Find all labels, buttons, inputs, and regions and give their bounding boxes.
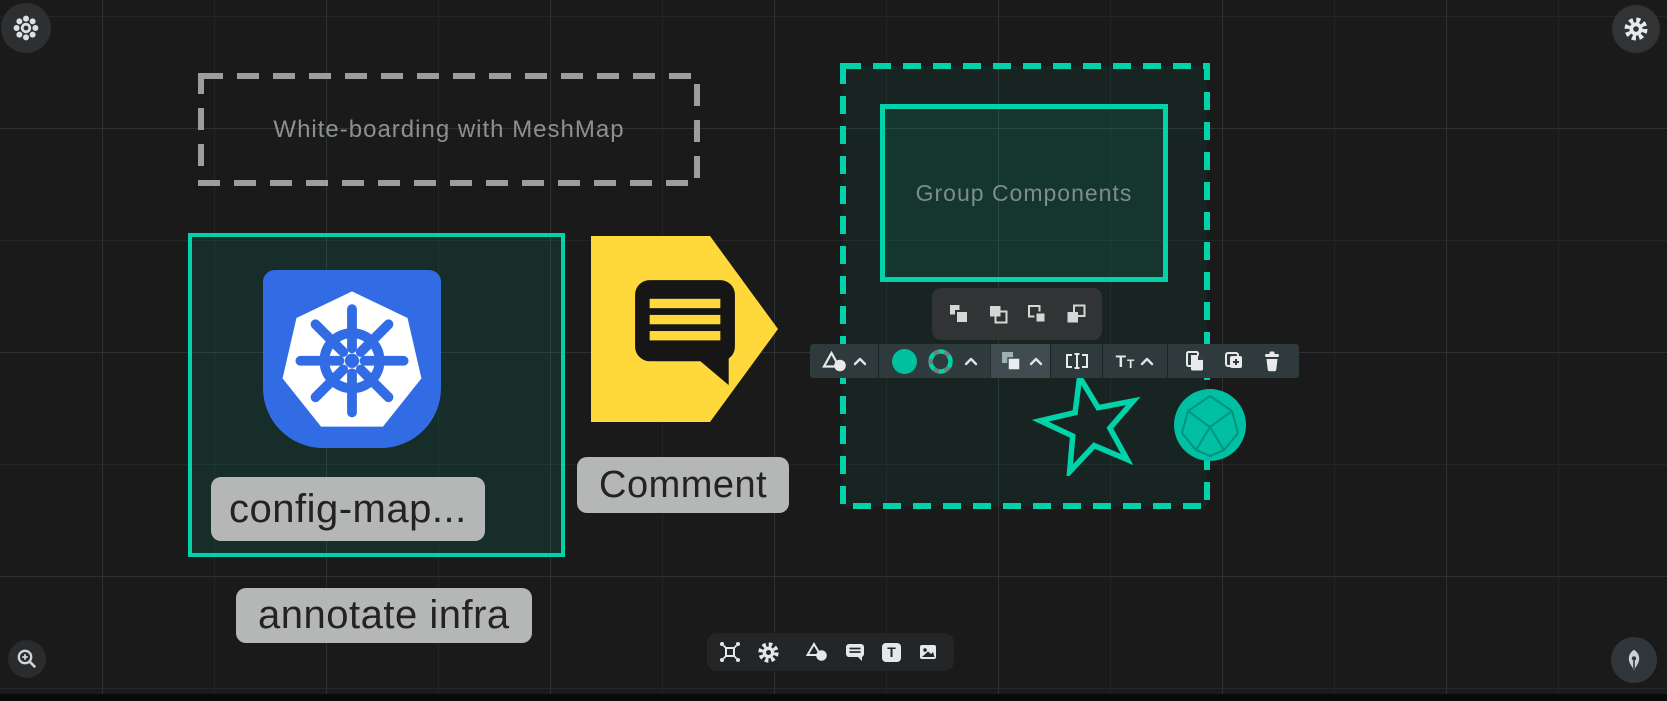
fill-color-swatch[interactable] [892, 349, 917, 374]
shapes-style-icon [822, 351, 847, 372]
kubernetes-node[interactable]: config-map... [188, 233, 565, 557]
shapes-style-section[interactable] [810, 344, 878, 378]
meshery-menu-button[interactable] [1, 3, 51, 53]
zoom-button[interactable] [8, 640, 46, 678]
meshmap-canvas[interactable]: White-boarding with MeshMap Group Compon… [0, 0, 1667, 701]
copy-add-icon[interactable] [1222, 349, 1246, 373]
bring-to-front-icon[interactable] [948, 303, 970, 325]
mesh-ball-shape[interactable] [1173, 388, 1247, 462]
layer-position-icon [999, 349, 1023, 373]
send-to-back-icon[interactable] [1065, 303, 1087, 325]
pen-tool-icon [1621, 647, 1647, 673]
layer-position-section[interactable] [990, 344, 1050, 378]
media-tool-icon[interactable] [917, 641, 939, 663]
send-backward-icon[interactable] [1026, 303, 1048, 325]
chevron-up-icon [853, 357, 867, 366]
whiteboard-note-label: White-boarding with MeshMap [198, 73, 700, 186]
layer-order-toolbar [932, 288, 1102, 340]
shapes-tool-icon[interactable] [806, 642, 828, 662]
pen-button[interactable] [1611, 637, 1657, 683]
comment-label[interactable]: Comment [577, 457, 789, 513]
actions-section [1167, 344, 1299, 378]
zoom-magnifier-icon [16, 648, 38, 670]
meshery-logo-icon [13, 15, 39, 41]
comment-tool-icon[interactable] [844, 641, 866, 663]
bring-forward-icon[interactable] [987, 303, 1009, 325]
star-shape[interactable] [1030, 372, 1150, 476]
chevron-up-icon [1140, 357, 1154, 366]
comment-shape[interactable] [591, 236, 779, 422]
bottom-edge-strip [0, 694, 1667, 701]
stroke-style-swatch[interactable] [927, 348, 954, 375]
kubernetes-icon[interactable] [263, 270, 441, 448]
settings-button[interactable] [1612, 5, 1660, 53]
fill-stroke-section [878, 344, 990, 378]
tools-dock: T [707, 633, 954, 671]
kubernetes-helm-icon [263, 270, 441, 448]
resize-width-section[interactable] [1050, 344, 1102, 378]
font-size-icon: T T [1116, 353, 1135, 370]
delete-trash-icon[interactable] [1260, 349, 1284, 373]
mesh-components-icon[interactable] [719, 641, 741, 663]
style-toolbar: T T [810, 344, 1299, 378]
annotation-label[interactable]: annotate infra [236, 588, 532, 643]
group-components-node[interactable]: Group Components [880, 104, 1168, 282]
kubernetes-node-label[interactable]: config-map... [211, 477, 485, 541]
font-size-section[interactable]: T T [1102, 344, 1167, 378]
copy-icon[interactable] [1183, 349, 1207, 373]
meshery-gear-icon[interactable] [757, 641, 780, 664]
group-components-label: Group Components [916, 180, 1133, 207]
resize-width-icon [1063, 350, 1091, 372]
settings-gear-icon [1623, 16, 1649, 42]
text-tool-icon[interactable]: T [882, 643, 901, 662]
chevron-up-icon[interactable] [964, 357, 978, 366]
chevron-up-icon [1029, 357, 1043, 366]
